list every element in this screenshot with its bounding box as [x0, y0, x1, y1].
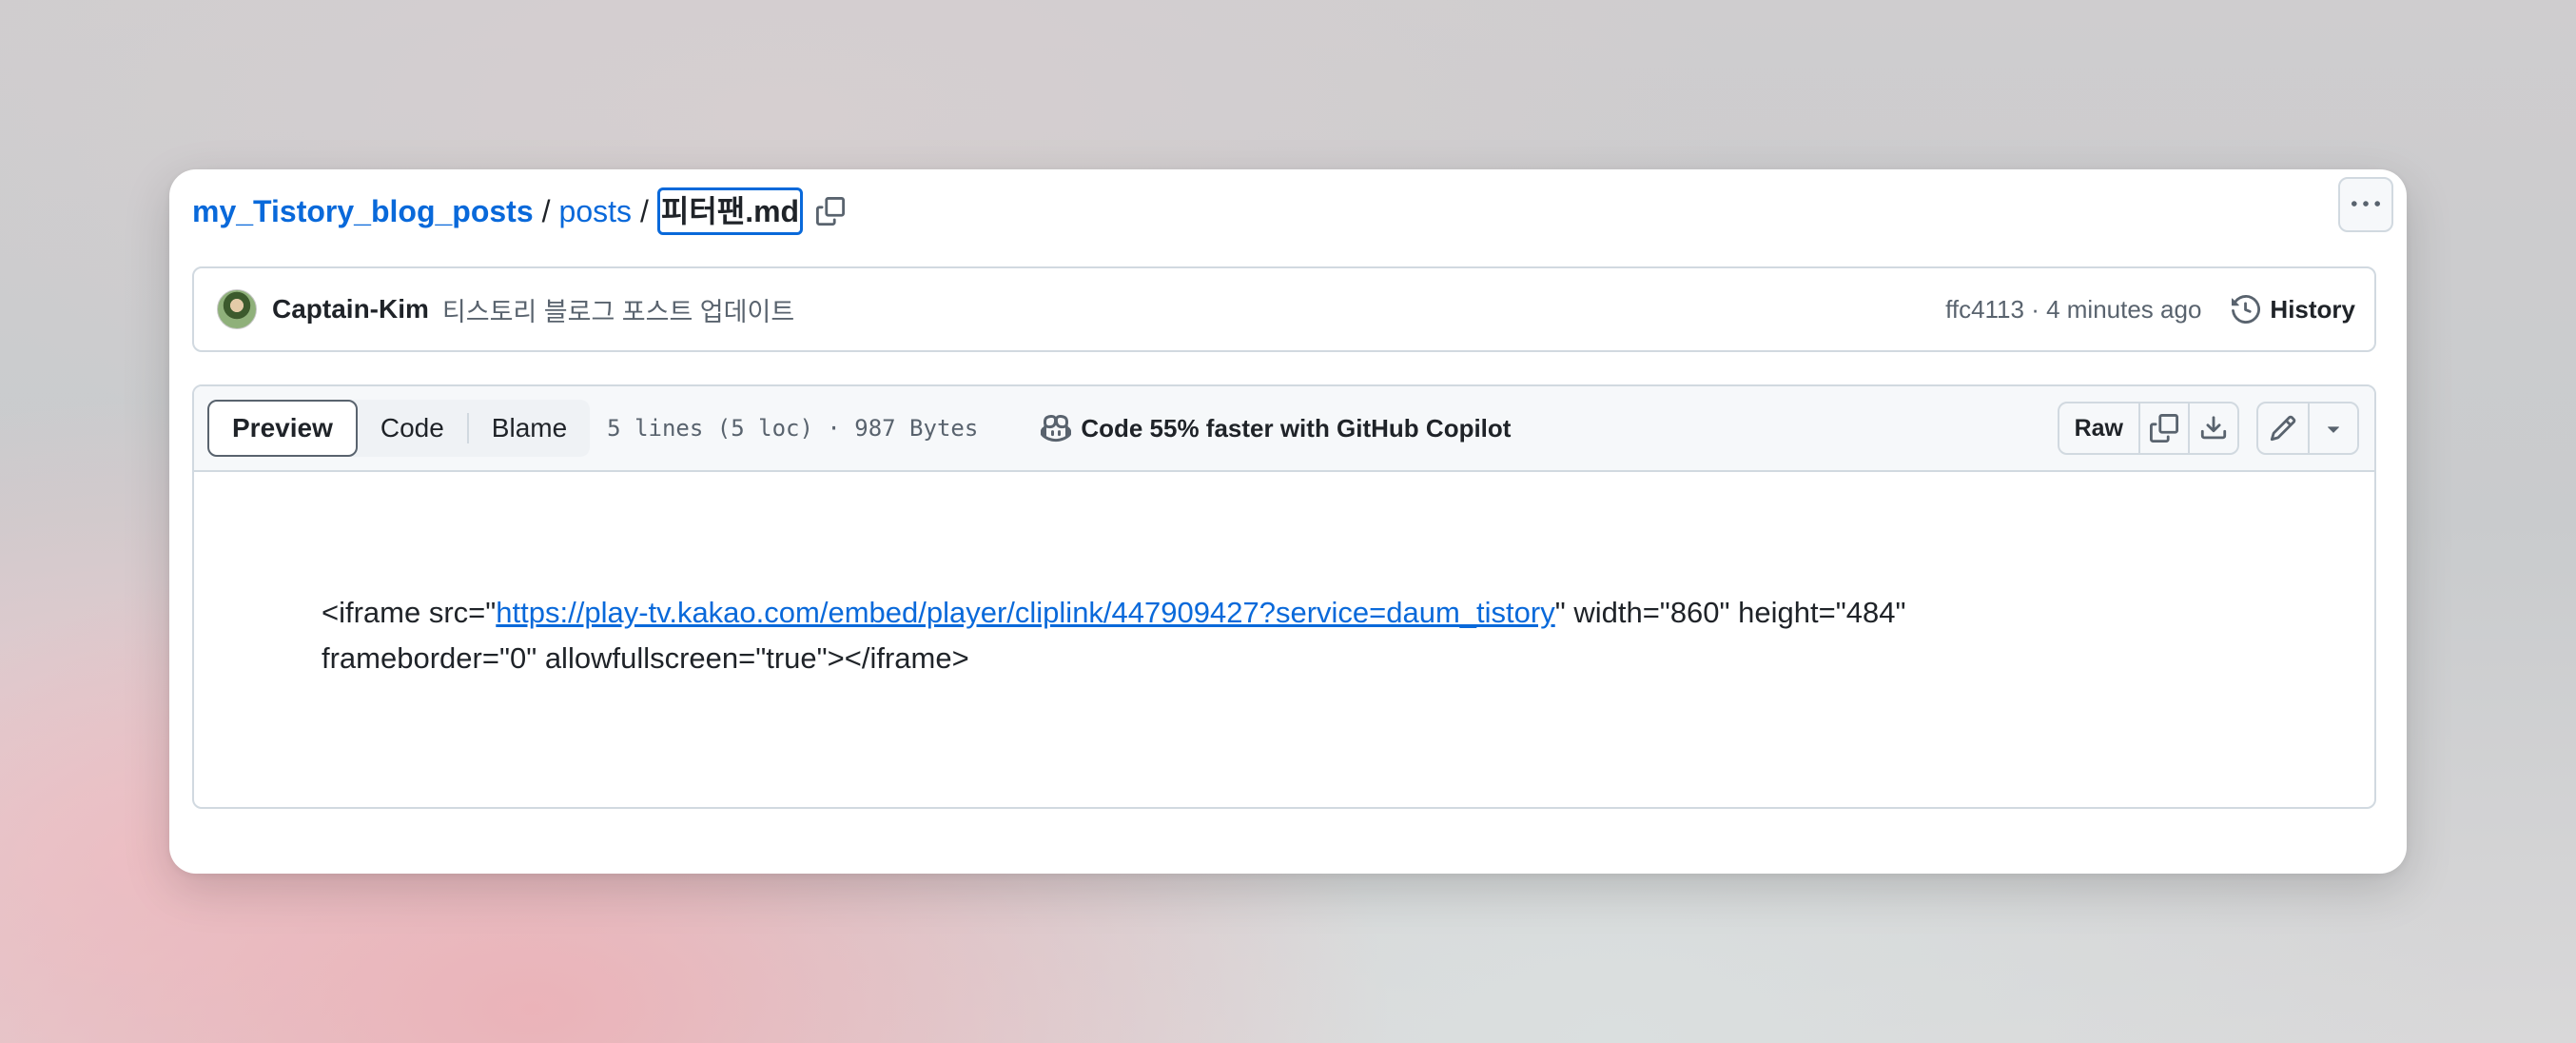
raw-copy-download-group: Raw: [2057, 402, 2239, 455]
file-header: Preview Code Blame 5 lines (5 loc) · 987…: [194, 386, 2374, 472]
triangle-down-icon: [2328, 426, 2339, 433]
file-view-window: my_Tistory_blog_posts / posts / 피터팬.md C…: [169, 169, 2407, 874]
history-icon: [2232, 295, 2261, 324]
file-box: Preview Code Blame 5 lines (5 loc) · 987…: [192, 384, 2376, 809]
file-meta: 5 lines (5 loc) · 987 Bytes: [607, 415, 979, 442]
commit-sha-time[interactable]: ffc4113 · 4 minutes ago: [1945, 295, 2201, 325]
copy-raw-button[interactable]: [2138, 403, 2188, 453]
commit-author-link[interactable]: Captain-Kim: [272, 294, 429, 325]
iframe-prefix-text: <iframe src=": [322, 596, 497, 629]
file-actions: Raw: [2057, 402, 2359, 455]
history-button[interactable]: History: [2232, 295, 2355, 325]
tab-code[interactable]: Code: [358, 400, 467, 457]
pencil-icon: [2270, 415, 2296, 442]
history-label: History: [2270, 294, 2355, 324]
copilot-promo-link[interactable]: Code 55% faster with GitHub Copilot: [1041, 413, 1511, 443]
view-mode-switch: Preview Code Blame: [207, 400, 591, 457]
commit-meta: ffc4113 · 4 minutes ago History: [1945, 295, 2355, 325]
breadcrumb-separator: /: [640, 193, 649, 228]
kebab-icon: [2352, 201, 2380, 207]
copilot-promo-label: Code 55% faster with GitHub Copilot: [1081, 413, 1512, 443]
iframe-attrs-text: " width="860" height="484": [1554, 596, 1906, 629]
breadcrumb-file-name: 피터팬.md: [656, 187, 804, 235]
download-icon: [2200, 416, 2227, 440]
more-options-button[interactable]: [2338, 177, 2393, 232]
breadcrumb: my_Tistory_blog_posts / posts / 피터팬.md: [192, 187, 849, 236]
tab-blame[interactable]: Blame: [469, 400, 590, 457]
breadcrumb-dir-link[interactable]: posts: [559, 194, 632, 229]
content-line-1: <iframe src="https://play-tv.kakao.com/e…: [322, 590, 2374, 636]
copy-icon: [2150, 414, 2178, 443]
embed-url-link[interactable]: https://play-tv.kakao.com/embed/player/c…: [496, 596, 1554, 629]
breadcrumb-separator: /: [541, 193, 551, 228]
commit-message-link[interactable]: 티스토리 블로그 포스트 업데이트: [442, 291, 794, 328]
download-raw-button[interactable]: [2188, 403, 2237, 453]
content-line-2: frameborder="0" allowfullscreen="true"><…: [322, 641, 969, 675]
tab-preview[interactable]: Preview: [207, 400, 358, 457]
breadcrumb-repo-link[interactable]: my_Tistory_blog_posts: [192, 194, 534, 229]
copy-icon: [816, 197, 846, 226]
markdown-preview: <iframe src="https://play-tv.kakao.com/e…: [194, 590, 2374, 681]
edit-file-button[interactable]: [2258, 403, 2308, 453]
copy-path-button[interactable]: [812, 193, 849, 229]
edit-options-dropdown[interactable]: [2308, 403, 2357, 453]
edit-group: [2256, 402, 2359, 455]
avatar[interactable]: [217, 289, 257, 329]
latest-commit-bar: Captain-Kim 티스토리 블로그 포스트 업데이트 ffc4113 · …: [192, 266, 2376, 352]
raw-button[interactable]: Raw: [2059, 403, 2138, 453]
copilot-icon: [1041, 414, 1072, 443]
